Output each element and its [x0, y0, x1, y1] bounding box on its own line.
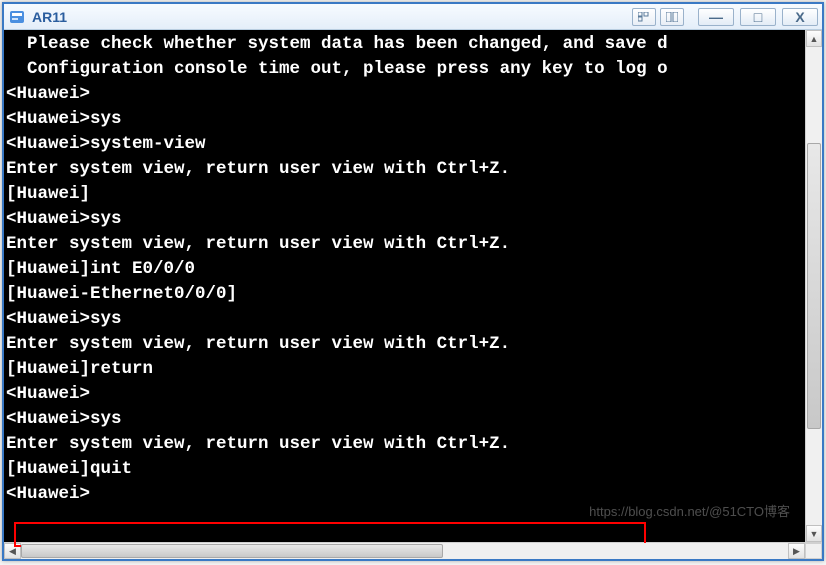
vscroll-track[interactable]	[806, 47, 822, 525]
terminal-line: Enter system view, return user view with…	[6, 332, 805, 357]
terminal-line: Please check whether system data has bee…	[6, 32, 805, 57]
minimize-button[interactable]: —	[698, 8, 734, 26]
terminal-line: <Huawei>system-view	[6, 132, 805, 157]
app-icon	[8, 8, 26, 26]
terminal-line: <Huawei>sys	[6, 207, 805, 232]
scroll-right-arrow-icon[interactable]: ▶	[788, 543, 805, 559]
horizontal-scrollbar[interactable]: ◀ ▶	[4, 542, 822, 559]
toolbar-button-2[interactable]	[660, 8, 684, 26]
window-title: AR11	[32, 9, 67, 25]
terminal-line: [Huawei]return	[6, 357, 805, 382]
vscroll-thumb[interactable]	[807, 143, 821, 430]
terminal-line: Enter system view, return user view with…	[6, 157, 805, 182]
terminal-line: [Huawei]	[6, 182, 805, 207]
scroll-corner	[805, 543, 822, 559]
terminal-line: <Huawei>	[6, 82, 805, 107]
app-window: AR11 — □ X Please check whether system d…	[2, 2, 824, 561]
terminal-line: <Huawei>sys	[6, 407, 805, 432]
toolbar-button-1[interactable]	[632, 8, 656, 26]
scroll-down-arrow-icon[interactable]: ▼	[806, 525, 822, 542]
maximize-button[interactable]: □	[740, 8, 776, 26]
close-button[interactable]: X	[782, 8, 818, 26]
terminal-line: <Huawei>	[6, 382, 805, 407]
terminal-line: Enter system view, return user view with…	[6, 232, 805, 257]
vertical-scrollbar[interactable]: ▲ ▼	[805, 30, 822, 542]
terminal-wrap: Please check whether system data has bee…	[4, 30, 822, 542]
terminal-line: <Huawei>sys	[6, 307, 805, 332]
terminal-output[interactable]: Please check whether system data has bee…	[4, 30, 805, 542]
terminal-line: [Huawei]quit	[6, 457, 805, 482]
terminal-line: <Huawei>sys	[6, 107, 805, 132]
content-area: Please check whether system data has bee…	[4, 30, 822, 559]
hscroll-thumb[interactable]	[21, 544, 443, 558]
terminal-line: Configuration console time out, please p…	[6, 57, 805, 82]
titlebar[interactable]: AR11 — □ X	[4, 2, 822, 30]
terminal-line: <Huawei>	[6, 482, 805, 507]
terminal-line: [Huawei-Ethernet0/0/0]	[6, 282, 805, 307]
terminal-line: [Huawei]int E0/0/0	[6, 257, 805, 282]
scroll-left-arrow-icon[interactable]: ◀	[4, 543, 21, 559]
hscroll-track[interactable]	[21, 543, 788, 559]
scroll-up-arrow-icon[interactable]: ▲	[806, 30, 822, 47]
terminal-line: Enter system view, return user view with…	[6, 432, 805, 457]
